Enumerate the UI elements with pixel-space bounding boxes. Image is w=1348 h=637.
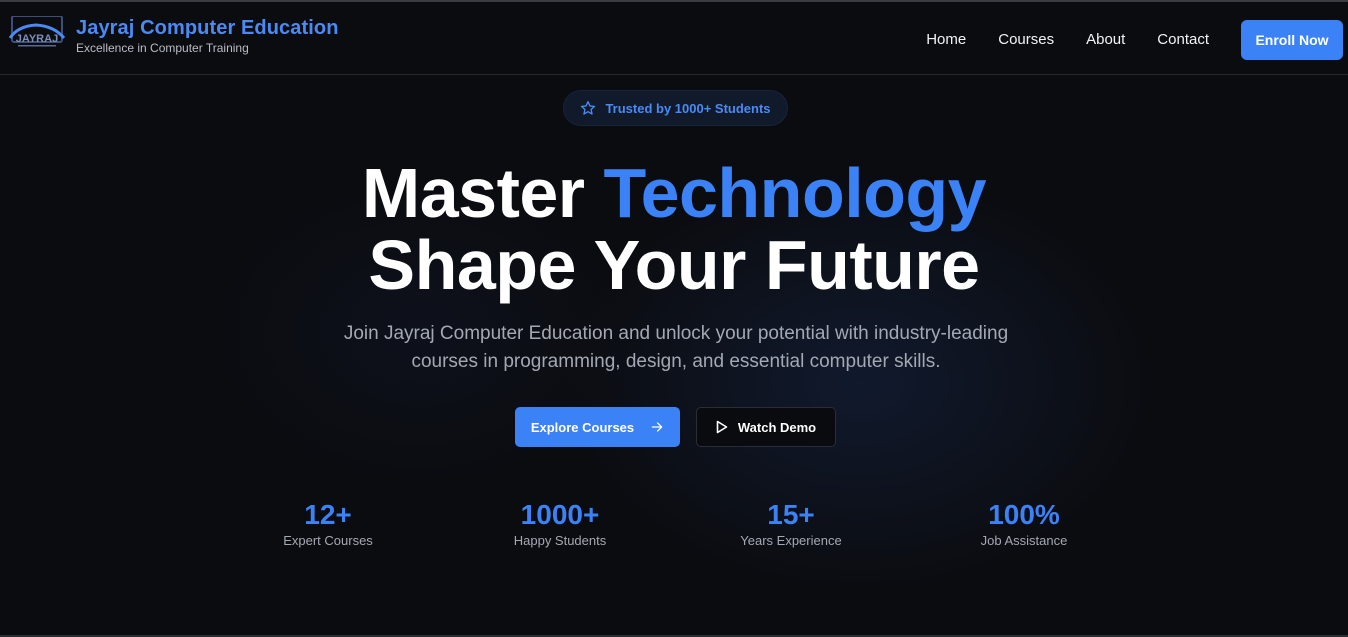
watch-demo-label: Watch Demo [737, 419, 817, 435]
cta-row: Explore Courses Watch Demo [515, 407, 836, 447]
headline-accent: Technology [603, 154, 987, 232]
trust-badge: Trusted by 1000+ Students [563, 90, 788, 126]
stat-courses: 12+ Expert Courses [228, 498, 428, 550]
brand-text: Jayraj Computer Education Excellence in … [76, 16, 339, 56]
nav-link-about[interactable]: About [1086, 20, 1125, 60]
brand[interactable]: JAYRAJ Jayraj Computer Education Excelle… [8, 16, 339, 56]
stat-job-assistance: 100% Job Assistance [924, 498, 1124, 550]
watch-demo-button[interactable]: Watch Demo [696, 407, 836, 447]
stat-label: Job Assistance [980, 533, 1068, 548]
hero-description: Join Jayraj Computer Education and unloc… [343, 323, 1009, 372]
site-header: JAYRAJ Jayraj Computer Education Excelle… [0, 2, 1348, 75]
arrow-right-icon [650, 420, 664, 434]
stat-label: Happy Students [513, 533, 607, 548]
hero-headline-line2: Shape Your Future [368, 226, 980, 304]
hero-headline-line1: Master Technology [0, 157, 1348, 229]
explore-courses-label: Explore Courses [530, 419, 635, 435]
enroll-now-button[interactable]: Enroll Now [1241, 20, 1343, 60]
play-icon [716, 420, 728, 434]
page: JAYRAJ Jayraj Computer Education Excelle… [0, 0, 1348, 637]
stat-value: 12+ [304, 499, 352, 530]
logo[interactable]: JAYRAJ [8, 16, 66, 50]
stat-value: 100% [988, 499, 1060, 530]
main-nav: Home Courses About Contact Enroll Now [926, 20, 1343, 60]
nav-link-courses[interactable]: Courses [998, 20, 1054, 60]
stat-label: Expert Courses [283, 533, 373, 548]
nav-link-contact[interactable]: Contact [1157, 20, 1209, 60]
stat-label: Years Experience [740, 533, 842, 548]
stat-experience: 15+ Years Experience [691, 498, 891, 550]
trust-badge-text: Trusted by 1000+ Students [605, 100, 771, 116]
explore-courses-button[interactable]: Explore Courses [515, 407, 680, 447]
star-icon [580, 100, 596, 116]
brand-title[interactable]: Jayraj Computer Education [76, 16, 339, 40]
stat-students: 1000+ Happy Students [460, 498, 660, 550]
nav-link-home[interactable]: Home [926, 20, 966, 60]
logo-icon: JAYRAJ [8, 16, 66, 47]
stat-value: 15+ [767, 499, 815, 530]
brand-subtitle: Excellence in Computer Training [76, 41, 249, 55]
headline-master: Master [361, 154, 585, 232]
svg-text:JAYRAJ: JAYRAJ [16, 33, 58, 45]
stat-value: 1000+ [520, 499, 600, 530]
